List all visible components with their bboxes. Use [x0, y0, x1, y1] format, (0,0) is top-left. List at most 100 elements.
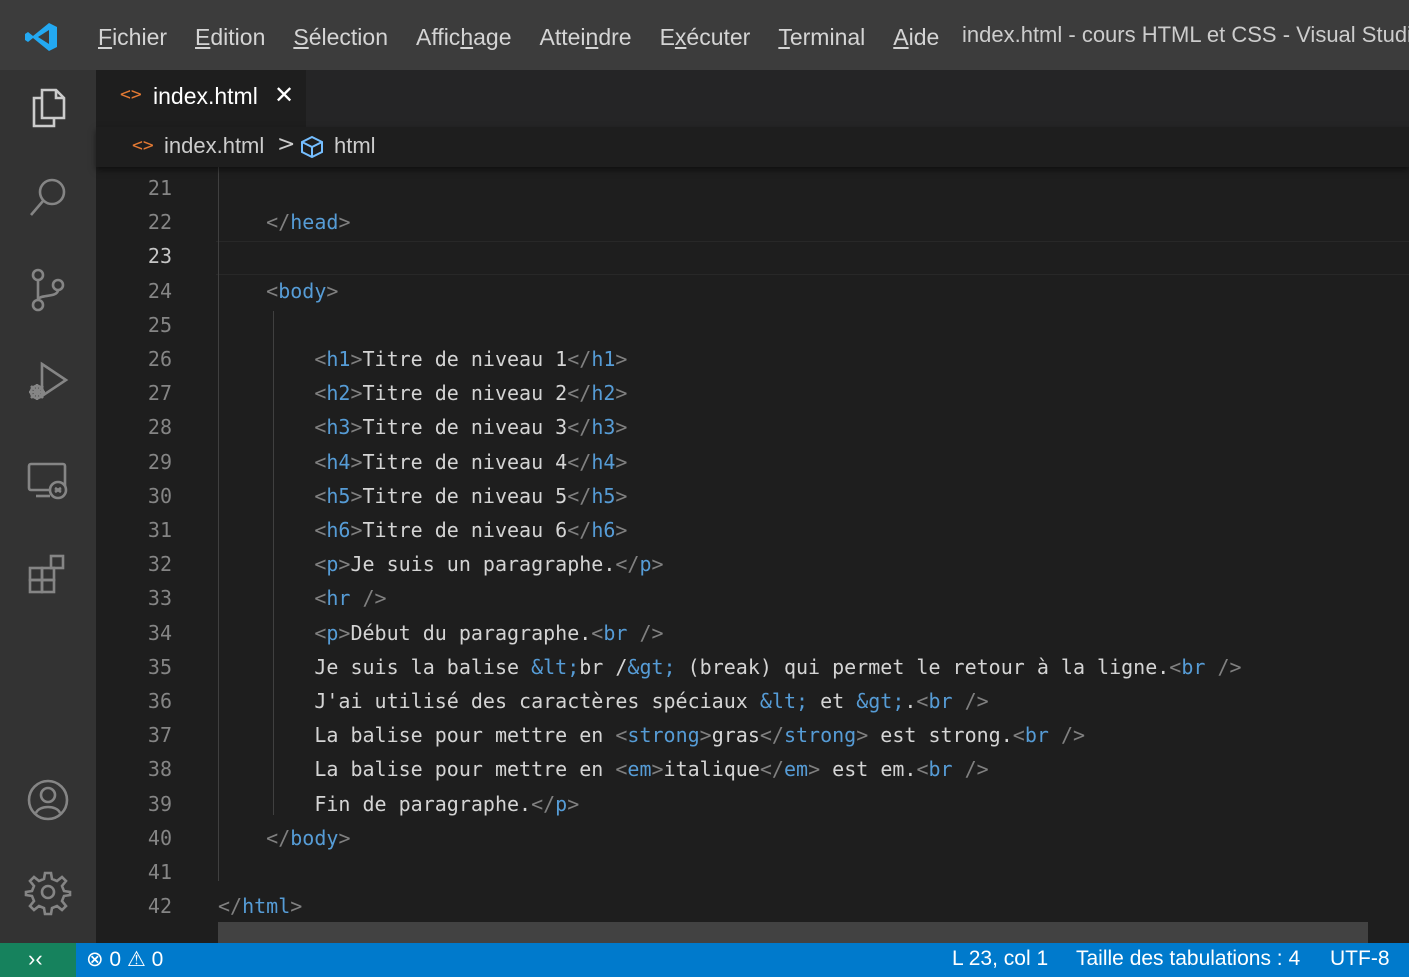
settings-gear-icon[interactable] [24, 868, 72, 916]
search-icon[interactable] [24, 174, 72, 222]
code-line[interactable]: 23 [96, 239, 1409, 273]
code-editor[interactable]: 21 22 </head> 23 24 <body> 25 26 <h1>Titre de… [96, 167, 1409, 943]
code-line[interactable]: 41 [96, 855, 1409, 889]
code-line[interactable]: 22 </head> [96, 205, 1409, 239]
code-line[interactable]: 26 <h1>Titre de niveau 1</h1> [96, 342, 1409, 376]
tab-label: index.html [153, 83, 258, 109]
status-bar: ›‹ ⊗ 0 ⚠ 0 L 23, col 1 Taille des tabula… [0, 943, 1409, 977]
menu-item[interactable]: Aide [879, 24, 953, 51]
line-code: <h1>Titre de niveau 1</h1> [314, 347, 628, 371]
menu-item-mnemonic: A [893, 23, 909, 50]
menu-item-mnemonic: E [195, 23, 211, 50]
line-number: 35 [147, 654, 172, 679]
code-line[interactable]: 39 Fin de paragraphe.</p> [96, 787, 1409, 821]
menu-item[interactable]: Atteindre [525, 24, 645, 51]
problems-count[interactable]: ⊗ 0 ⚠ 0 [86, 947, 163, 972]
file-encoding[interactable]: UTF-8 [1330, 947, 1390, 971]
code-line[interactable]: 28 <h3>Titre de niveau 3</h3> [96, 410, 1409, 444]
menu-item[interactable]: Sélection [279, 24, 402, 51]
line-code: <p>Début du paragraphe.<br /> [314, 620, 664, 645]
code-line[interactable]: 35 Je suis la balise &lt;br /&gt; (break… [96, 650, 1409, 684]
code-line[interactable]: 25 [96, 308, 1409, 342]
line-number: 34 [147, 620, 172, 645]
menu-item-label: élection [308, 23, 388, 50]
source-control-icon[interactable] [24, 266, 72, 314]
cursor-position[interactable]: L 23, col 1 [952, 947, 1048, 971]
menu-item-label: écuter [686, 23, 751, 50]
line-number: 33 [147, 586, 172, 611]
account-icon[interactable] [24, 776, 72, 824]
menu-item[interactable]: Affichage [402, 24, 526, 51]
code-line[interactable]: 31 <h6>Titre de niveau 6</h6> [96, 513, 1409, 547]
code-line[interactable]: 21 [96, 171, 1409, 205]
menu-item-mnemonic: T [778, 23, 790, 50]
line-number: 22 [147, 210, 172, 235]
line-code: Fin de paragraphe.</p> [218, 791, 580, 816]
menu-item[interactable]: Terminal [764, 24, 879, 51]
line-code: </html> [218, 894, 303, 919]
line-code: <h4>Titre de niveau 4</h4> [314, 449, 628, 474]
code-line[interactable]: 37 La balise pour mettre en <strong>gras… [96, 718, 1409, 752]
breadcrumb-symbol[interactable]: html [334, 133, 376, 159]
line-code: La balise pour mettre en <strong>gras</s… [218, 723, 1086, 748]
line-code: <body> [266, 278, 339, 303]
line-number: 41 [147, 860, 172, 884]
line-code: <hr /> [314, 586, 387, 611]
menu-item-label: ide [908, 23, 940, 50]
menu-item-label: dition [210, 23, 266, 50]
code-line[interactable]: 40 </body> [96, 821, 1409, 855]
menu-item[interactable]: Fichier [84, 24, 181, 51]
menu-item[interactable]: Edition [181, 24, 279, 51]
horizontal-scrollbar[interactable] [218, 922, 1368, 943]
tab-index-html[interactable]: <> index.html ✕ [96, 70, 306, 127]
line-code: </body> [266, 825, 351, 850]
line-number: 28 [147, 415, 172, 440]
extensions-icon[interactable] [24, 550, 72, 598]
line-code: <p>Je suis un paragraphe.</p> [314, 552, 664, 577]
code-line[interactable]: 27 <h2>Titre de niveau 2</h2> [96, 376, 1409, 410]
editor-tab-strip: <> index.html ✕ [96, 70, 1409, 127]
line-number: 32 [147, 552, 172, 577]
code-line[interactable]: 24 <body> [96, 274, 1409, 308]
menu-item-label: dre [598, 23, 632, 50]
code-line[interactable]: 33 <hr /> [96, 581, 1409, 615]
code-line[interactable]: 30 <h5>Titre de niveau 5</h5> [96, 479, 1409, 513]
line-number: 39 [147, 791, 172, 816]
line-number: 27 [147, 381, 172, 406]
line-code: <h5>Titre de niveau 5</h5> [314, 483, 628, 508]
line-number: 24 [147, 278, 172, 303]
close-icon[interactable]: ✕ [274, 81, 294, 109]
line-number: 21 [147, 176, 172, 200]
menu-item-mnemonic: x [674, 23, 687, 50]
remote-explorer-icon[interactable] [24, 456, 72, 504]
html-file-icon: <> [120, 84, 142, 105]
line-code: <h6>Titre de niveau 6</h6> [314, 518, 628, 542]
line-code: Je suis la balise &lt;br /&gt; (break) q… [218, 654, 1242, 679]
line-number: 40 [147, 825, 172, 850]
code-line[interactable]: 36 J'ai utilisé des caractères spéciaux … [96, 684, 1409, 718]
html-file-icon: <> [132, 135, 154, 156]
line-number: 26 [147, 347, 172, 371]
remote-indicator[interactable]: ›‹ [0, 943, 76, 977]
menu-item-label: Attei [539, 23, 586, 50]
code-line[interactable]: 42 </html> [96, 889, 1409, 923]
explorer-icon[interactable] [24, 84, 72, 132]
code-line[interactable]: 29 <h4>Titre de niveau 4</h4> [96, 445, 1409, 479]
activity-bar [0, 70, 96, 943]
run-debug-icon[interactable] [24, 358, 72, 406]
breadcrumb-file[interactable]: index.html [164, 133, 264, 159]
vscode-logo-icon [25, 23, 57, 51]
menu-item-label: Affic [415, 23, 461, 50]
breadcrumb: <> index.html > html [96, 127, 1409, 167]
menu-item-label: E [659, 23, 675, 50]
menu-item[interactable]: Exécuter [646, 24, 765, 51]
line-code: <h3>Titre de niveau 3</h3> [314, 415, 628, 440]
title-bar: Fichier Edition Sélection Affichage Atteindr… [0, 0, 1409, 70]
line-number: 31 [147, 518, 172, 542]
line-code: La balise pour mettre en <em>italique</e… [218, 757, 989, 782]
tab-size[interactable]: Taille des tabulations : 4 [1076, 947, 1300, 971]
code-line[interactable]: 38 La balise pour mettre en <em>italique… [96, 752, 1409, 786]
line-number: 30 [147, 483, 172, 508]
code-line[interactable]: 34 <p>Début du paragraphe.<br /> [96, 616, 1409, 650]
code-line[interactable]: 32 <p>Je suis un paragraphe.</p> [96, 547, 1409, 581]
